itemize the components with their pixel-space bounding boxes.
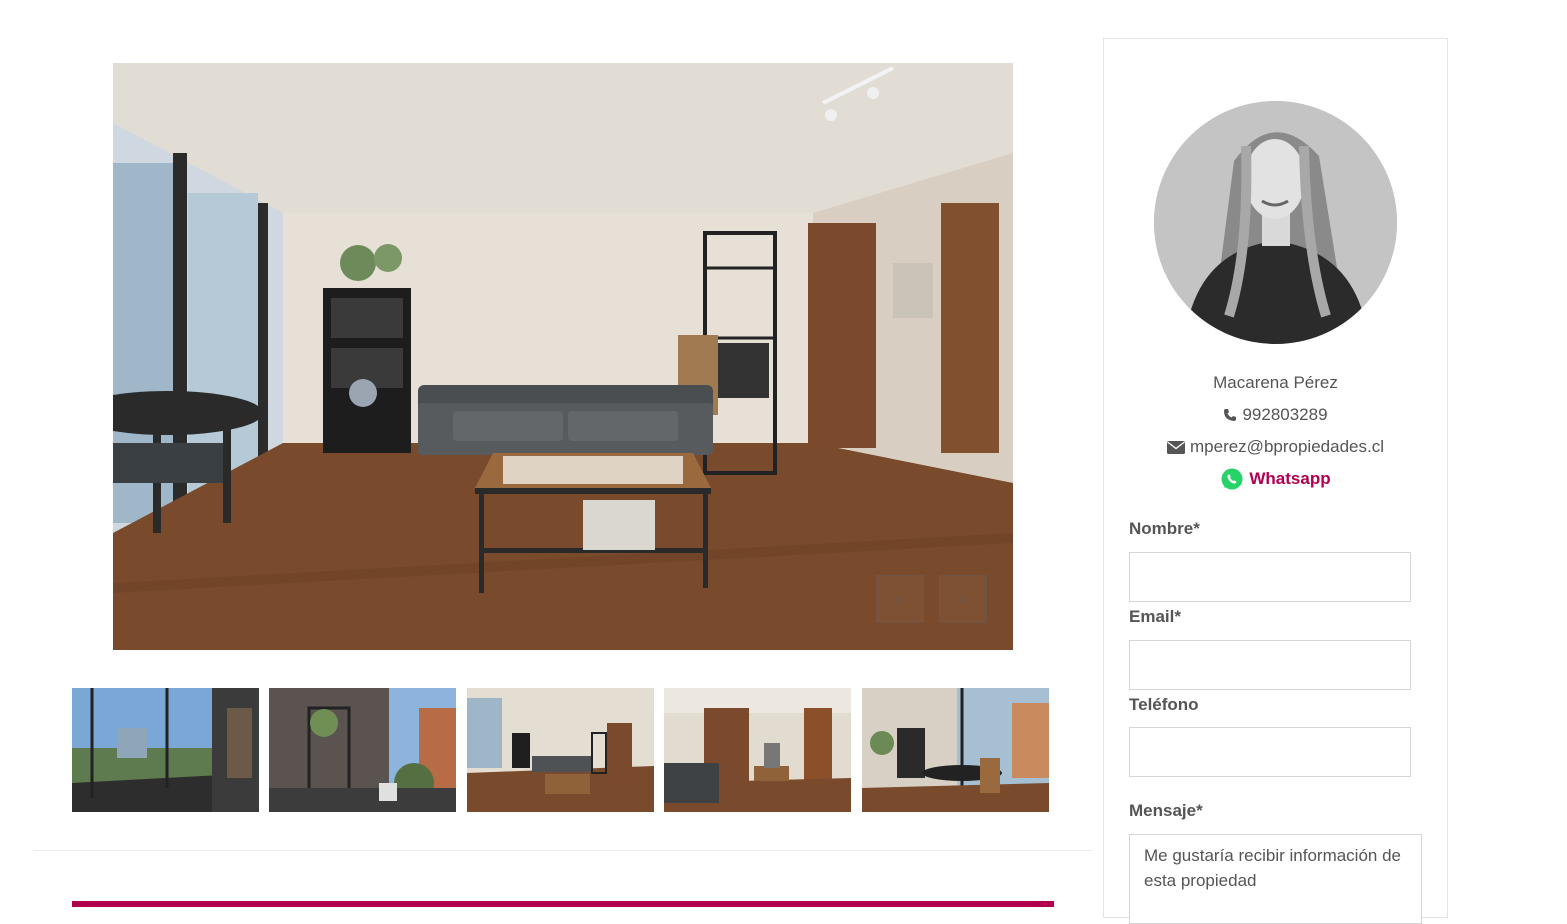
mensaje-label: Mensaje* bbox=[1129, 801, 1203, 820]
agent-avatar bbox=[1154, 101, 1397, 344]
thumbnail-3[interactable] bbox=[467, 688, 654, 812]
agent-whatsapp[interactable]: Whatsapp bbox=[1103, 467, 1448, 491]
whatsapp-link[interactable]: Whatsapp bbox=[1249, 469, 1330, 489]
thumbnail-strip bbox=[72, 688, 1049, 812]
section-divider bbox=[33, 850, 1093, 851]
thumbnail-2[interactable] bbox=[269, 688, 456, 812]
gallery-next-button[interactable]: › bbox=[939, 575, 987, 623]
telefono-input[interactable] bbox=[1129, 727, 1411, 777]
agent-email[interactable]: mperez@bpropiedades.cl bbox=[1103, 437, 1448, 457]
agent-email-address[interactable]: mperez@bpropiedades.cl bbox=[1190, 437, 1384, 457]
thumbnail-4[interactable] bbox=[664, 688, 851, 812]
thumbnail-5[interactable] bbox=[862, 688, 1049, 812]
telefono-label: Teléfono bbox=[1129, 695, 1199, 714]
main-gallery-photo[interactable] bbox=[113, 63, 1013, 650]
email-label: Email* bbox=[1129, 607, 1181, 626]
email-input[interactable] bbox=[1129, 640, 1411, 690]
nombre-input[interactable] bbox=[1129, 552, 1411, 602]
gallery-prev-button[interactable]: ‹ bbox=[876, 575, 924, 623]
accent-bar bbox=[72, 901, 1054, 907]
chevron-right-icon: › bbox=[958, 586, 968, 612]
thumbnail-1[interactable] bbox=[72, 688, 259, 812]
nombre-label: Nombre* bbox=[1129, 519, 1200, 538]
envelope-icon bbox=[1167, 440, 1185, 454]
living-room-photo bbox=[113, 63, 1013, 650]
phone-icon bbox=[1223, 408, 1237, 422]
agent-phone-number[interactable]: 992803289 bbox=[1242, 405, 1327, 425]
agent-name: Macarena Pérez bbox=[1213, 373, 1338, 392]
mensaje-textarea[interactable]: Me gustaría recibir información de esta … bbox=[1129, 834, 1422, 924]
chevron-left-icon: ‹ bbox=[895, 586, 905, 612]
agent-phone[interactable]: 992803289 bbox=[1103, 405, 1448, 425]
whatsapp-icon bbox=[1220, 467, 1244, 491]
